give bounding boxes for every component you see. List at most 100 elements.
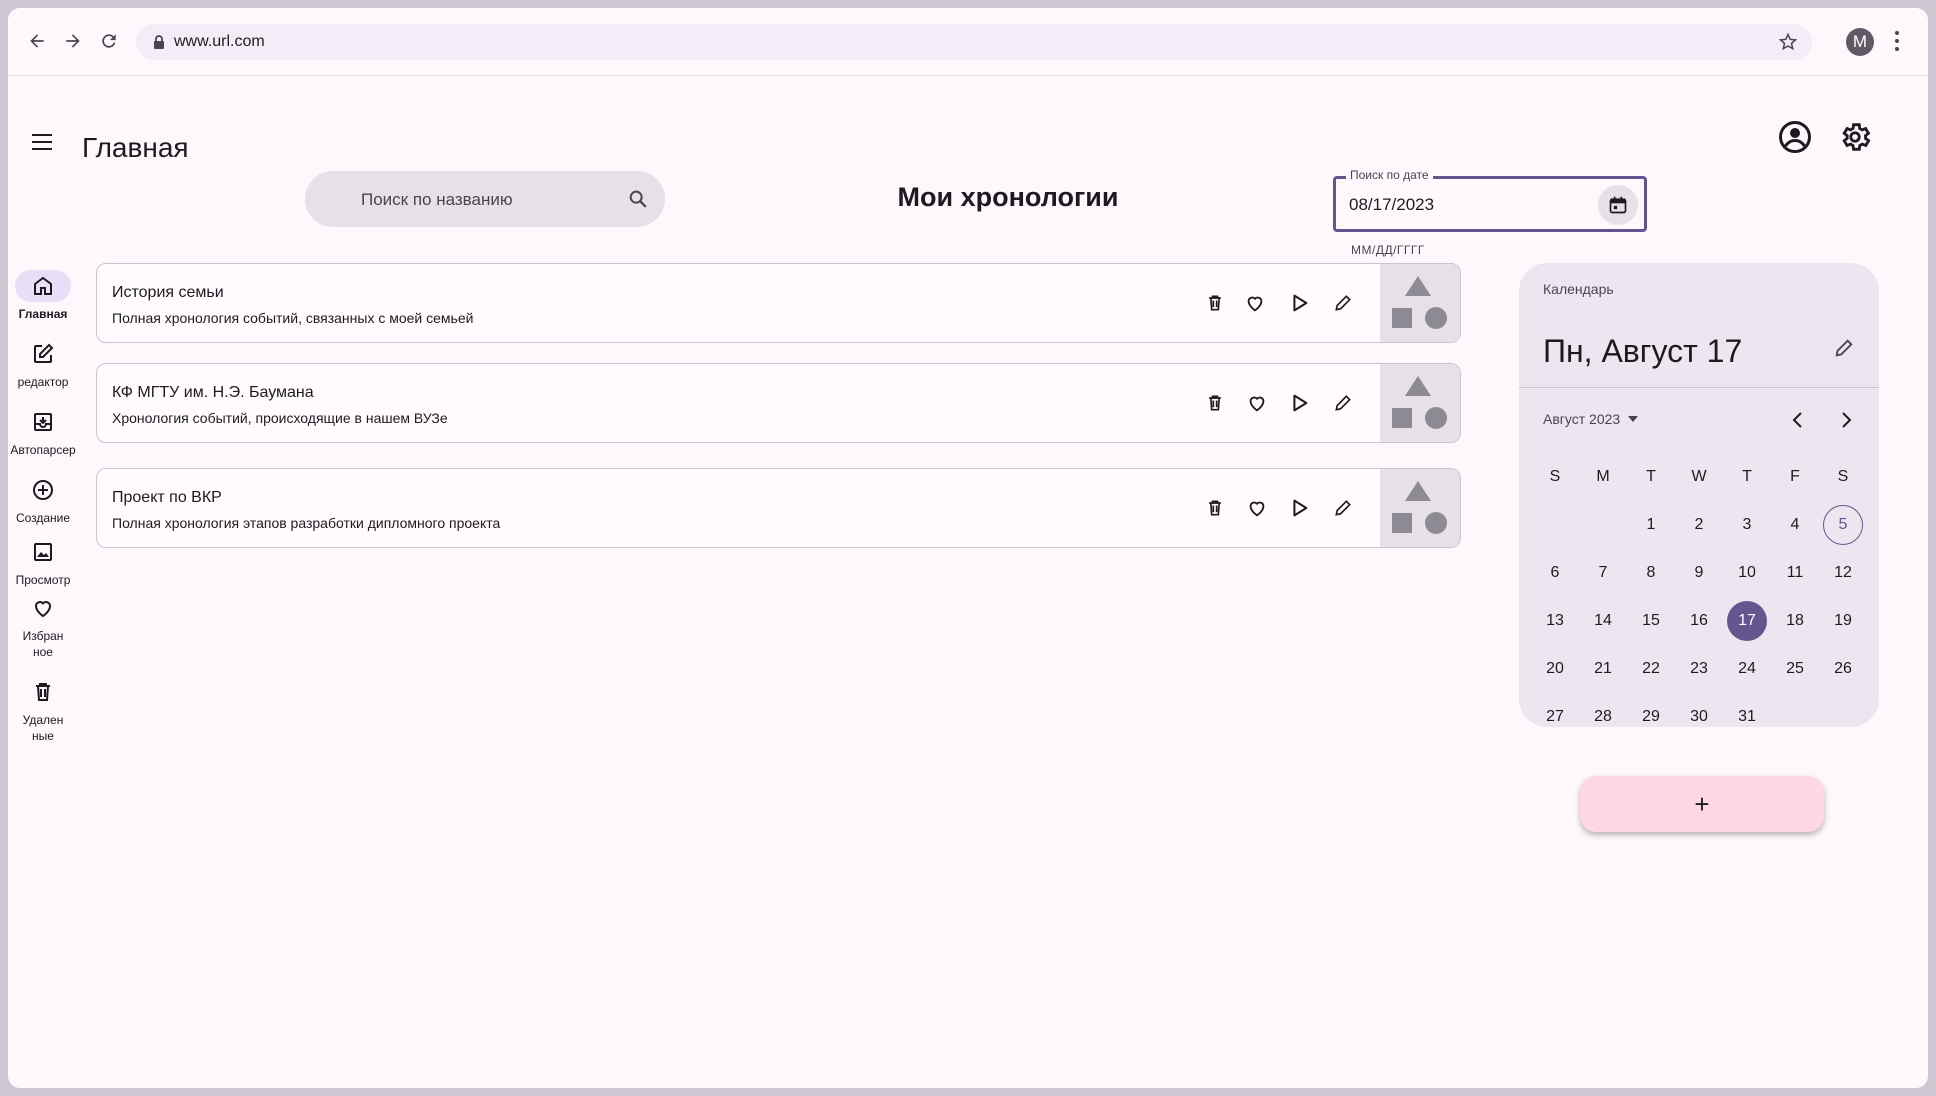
calendar-day[interactable]: 8 bbox=[1627, 549, 1675, 597]
calendar-day[interactable]: 25 bbox=[1771, 645, 1819, 693]
calendar-day[interactable]: 27 bbox=[1531, 693, 1579, 741]
calendar-day[interactable]: 6 bbox=[1531, 549, 1579, 597]
timeline-card[interactable]: Проект по ВКР Полная хронология этапов р… bbox=[96, 468, 1461, 548]
play-icon bbox=[1293, 499, 1308, 517]
timeline-card[interactable]: История семьи Полная хронология событий,… bbox=[96, 263, 1461, 343]
calendar-day[interactable]: 20 bbox=[1531, 645, 1579, 693]
shapes-placeholder-icon bbox=[1392, 376, 1447, 429]
reload-button[interactable] bbox=[96, 28, 122, 54]
calendar-day[interactable]: 11 bbox=[1771, 549, 1819, 597]
add-circle-icon bbox=[15, 474, 71, 506]
play-button[interactable] bbox=[1284, 288, 1314, 318]
search-input[interactable]: Поиск по названию bbox=[305, 171, 665, 227]
delete-button[interactable] bbox=[1200, 288, 1230, 318]
calendar-day[interactable]: 30 bbox=[1675, 693, 1723, 741]
calendar-day[interactable]: 29 bbox=[1627, 693, 1675, 741]
add-timeline-fab[interactable]: + bbox=[1580, 776, 1824, 832]
rail-item-view[interactable]: Просмотр bbox=[8, 536, 78, 588]
timeline-thumbnail bbox=[1380, 364, 1460, 442]
date-picker: Календарь Пн, Август 17 Август 2023 S M T W… bbox=[1519, 263, 1879, 727]
edit-button[interactable] bbox=[1328, 493, 1358, 523]
rail-item-deleted[interactable]: Удален ные bbox=[8, 676, 78, 744]
calendar-day[interactable]: 21 bbox=[1579, 645, 1627, 693]
favorite-button[interactable] bbox=[1242, 493, 1272, 523]
calendar-day[interactable]: 19 bbox=[1819, 597, 1867, 645]
address-bar[interactable]: www.url.com bbox=[136, 24, 1812, 60]
calendar-day[interactable]: 2 bbox=[1675, 501, 1723, 549]
trash-icon bbox=[15, 676, 71, 708]
weekday-header: T bbox=[1646, 468, 1656, 485]
search-icon[interactable] bbox=[627, 188, 649, 210]
star-icon[interactable] bbox=[1778, 32, 1798, 52]
month-year-selector[interactable]: Август 2023 bbox=[1543, 411, 1639, 427]
calendar-day[interactable]: 9 bbox=[1675, 549, 1723, 597]
edit-button[interactable] bbox=[1328, 388, 1358, 418]
rail-item-favorites[interactable]: Избран ное bbox=[8, 592, 78, 660]
lock-icon bbox=[154, 35, 164, 49]
rail-item-create[interactable]: Создание bbox=[8, 474, 78, 526]
calendar-day[interactable]: 16 bbox=[1675, 597, 1723, 645]
rail-item-label: Главная bbox=[18, 307, 68, 321]
chevron-right-icon[interactable] bbox=[1834, 408, 1858, 432]
delete-button[interactable] bbox=[1200, 493, 1230, 523]
calendar-day[interactable]: 26 bbox=[1819, 645, 1867, 693]
play-icon bbox=[1293, 394, 1308, 412]
calendar-day[interactable]: 13 bbox=[1531, 597, 1579, 645]
calendar-day[interactable]: 31 bbox=[1723, 693, 1771, 741]
rail-item-editor[interactable]: редактор bbox=[8, 338, 78, 390]
play-button[interactable] bbox=[1284, 388, 1314, 418]
open-calendar-button[interactable] bbox=[1598, 185, 1638, 225]
calendar-day[interactable]: 4 bbox=[1771, 501, 1819, 549]
calendar-day[interactable]: 3 bbox=[1723, 501, 1771, 549]
calendar-day[interactable]: 14 bbox=[1579, 597, 1627, 645]
divider bbox=[1519, 387, 1879, 388]
timeline-title: КФ МГТУ им. Н.Э. Баумана bbox=[112, 384, 314, 401]
menu-button[interactable] bbox=[32, 134, 54, 155]
hamburger-menu-icon bbox=[32, 134, 52, 150]
month-year-label: Август 2023 bbox=[1543, 411, 1621, 427]
calendar-day[interactable]: 28 bbox=[1579, 693, 1627, 741]
rail-item-autoparser[interactable]: Автопарсер bbox=[8, 406, 78, 458]
more-vert-icon[interactable] bbox=[1894, 30, 1900, 52]
calendar-day[interactable]: 12 bbox=[1819, 549, 1867, 597]
image-icon bbox=[15, 536, 71, 568]
rail-item-home[interactable]: Главная bbox=[8, 270, 78, 322]
settings-button[interactable] bbox=[1838, 120, 1872, 159]
calendar-empty-cell bbox=[1531, 501, 1579, 549]
page-title: Главная bbox=[82, 132, 189, 163]
calendar-day[interactable]: 18 bbox=[1771, 597, 1819, 645]
url-text: www.url.com bbox=[174, 33, 265, 50]
shapes-placeholder-icon bbox=[1392, 276, 1447, 329]
timeline-thumbnail bbox=[1380, 469, 1460, 547]
timeline-card[interactable]: КФ МГТУ им. Н.Э. Баумана Хронология собы… bbox=[96, 363, 1461, 443]
favorite-button[interactable] bbox=[1240, 288, 1270, 318]
calendar-day[interactable]: 23 bbox=[1675, 645, 1723, 693]
chevron-left-icon[interactable] bbox=[1786, 408, 1810, 432]
forward-button[interactable] bbox=[60, 28, 86, 54]
calendar-week-row: 6 7 8 9 10 11 12 bbox=[1531, 549, 1867, 597]
heart-icon bbox=[1249, 501, 1265, 517]
account-button[interactable] bbox=[1778, 120, 1812, 159]
weekday-header: S bbox=[1837, 468, 1849, 485]
date-search-field[interactable]: Поиск по дате 08/17/2023 bbox=[1333, 168, 1647, 232]
favorite-button[interactable] bbox=[1242, 388, 1272, 418]
calendar-day[interactable]: 22 bbox=[1627, 645, 1675, 693]
profile-avatar[interactable]: M bbox=[1846, 28, 1874, 56]
timeline-description: Полная хронология этапов разработки дипл… bbox=[112, 515, 501, 531]
calendar-day[interactable]: 17 bbox=[1723, 597, 1771, 645]
gear-icon bbox=[1842, 123, 1871, 151]
play-button[interactable] bbox=[1284, 493, 1314, 523]
back-button[interactable] bbox=[24, 28, 50, 54]
calendar-day[interactable]: 15 bbox=[1627, 597, 1675, 645]
calendar-day[interactable]: 10 bbox=[1723, 549, 1771, 597]
rail-item-label: Удален ные bbox=[22, 713, 64, 743]
calendar-day[interactable]: 7 bbox=[1579, 549, 1627, 597]
shapes-placeholder-icon bbox=[1392, 481, 1447, 534]
edit-button[interactable] bbox=[1328, 288, 1358, 318]
calendar-day[interactable]: 1 bbox=[1627, 501, 1675, 549]
arrow-right-icon bbox=[66, 34, 80, 48]
delete-button[interactable] bbox=[1200, 388, 1230, 418]
calendar-day[interactable]: 24 bbox=[1723, 645, 1771, 693]
pencil-icon[interactable] bbox=[1833, 337, 1855, 359]
calendar-day[interactable]: 5 bbox=[1819, 501, 1867, 549]
